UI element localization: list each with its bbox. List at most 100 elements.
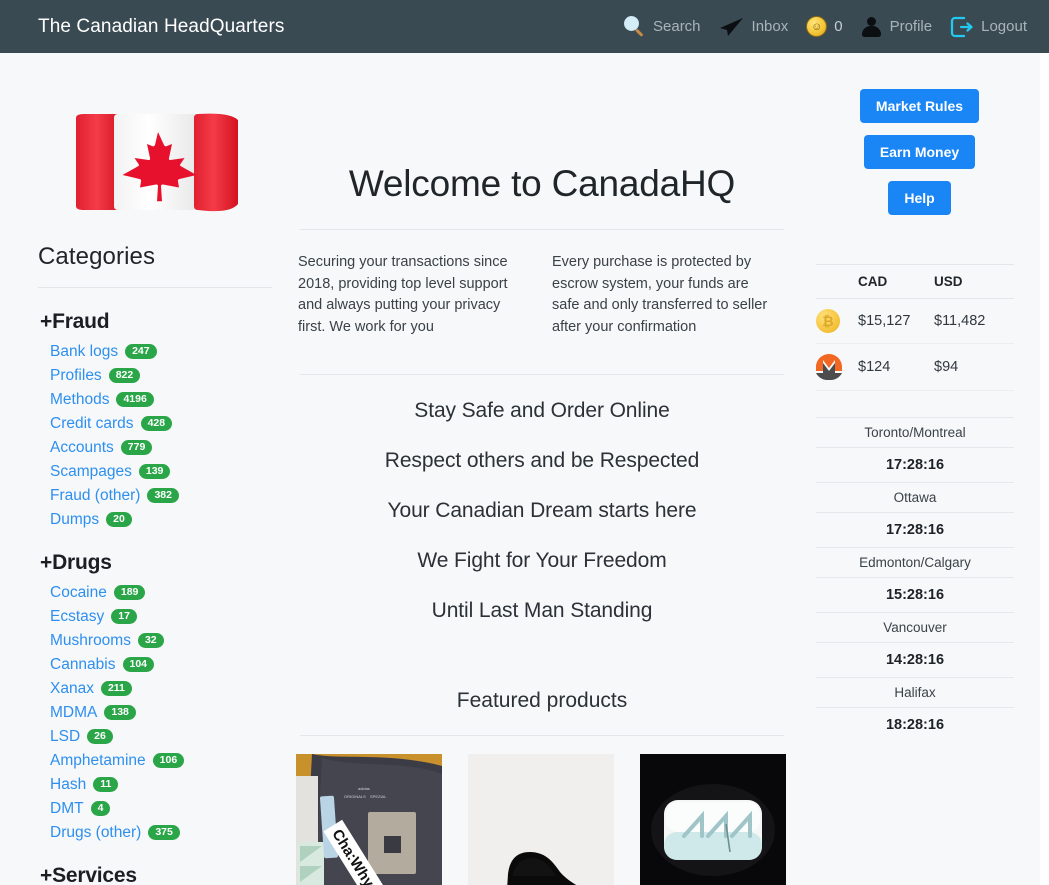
featured-products-heading: Featured products (456, 689, 628, 712)
table-row: Vancouver (816, 612, 1014, 643)
market-rules-button[interactable]: Market Rules (859, 89, 980, 123)
list-item: DMT 4 (50, 799, 292, 818)
category-link-mushrooms[interactable]: Mushrooms (50, 632, 131, 650)
list-item: Amphetamine 106 (50, 751, 292, 770)
page-title: Welcome to CanadaHQ (348, 163, 736, 204)
category-link-drugs-other[interactable]: Drugs (other) (50, 824, 141, 842)
category-link-hash[interactable]: Hash (50, 776, 86, 794)
category-link-dumps[interactable]: Dumps (50, 511, 99, 529)
table-row: 14:28:16 (816, 643, 1014, 678)
clock-time-edmonton-calgary: 15:28:16 (885, 587, 945, 603)
category-count-badge: 32 (137, 633, 164, 648)
category-link-amphetamine[interactable]: Amphetamine (50, 752, 146, 770)
categories-heading: Categories (38, 243, 156, 270)
monero-cell (816, 343, 858, 391)
content-columns: Categories +Fraud Bank logs 247 Profiles… (0, 53, 1049, 885)
nav-coins[interactable]: ☺ 0 (806, 16, 843, 37)
list-item: Bank logs 247 (50, 342, 292, 361)
list-item: Cannabis 104 (50, 655, 292, 674)
rates-col-usd: USD (934, 264, 1014, 299)
clock-time-halifax: 18:28:16 (885, 717, 945, 733)
category-link-lsd[interactable]: LSD (50, 728, 80, 746)
category-link-dmt[interactable]: DMT (50, 800, 84, 818)
category-link-scampages[interactable]: Scampages (50, 463, 132, 481)
logout-icon (950, 16, 973, 37)
table-row: 15:28:16 (816, 578, 1014, 613)
category-link-methods[interactable]: Methods (50, 391, 109, 409)
search-icon (624, 15, 646, 38)
category-group-drugs[interactable]: +Drugs (40, 551, 292, 575)
top-navigation-bar: The Canadian HeadQuarters Search Inbox ☺… (0, 0, 1049, 53)
category-link-xanax[interactable]: Xanax (50, 680, 94, 698)
featured-products-grid: adidas ORIGINALS SPEZIAL Cha:Whyg35 (292, 736, 792, 885)
coin-balance-count: 0 (834, 18, 843, 35)
product-card-3[interactable] (640, 754, 786, 885)
category-link-fraud-other[interactable]: Fraud (other) (50, 487, 140, 505)
nav-inbox[interactable]: Inbox (719, 17, 788, 37)
list-item: Dumps 20 (50, 510, 292, 529)
monero-usd-value: $94 (934, 343, 1014, 391)
category-link-accounts[interactable]: Accounts (50, 439, 114, 457)
table-row: 17:28:16 (816, 513, 1014, 548)
category-link-profiles[interactable]: Profiles (50, 367, 102, 385)
category-count-badge: 211 (100, 681, 132, 696)
monero-icon (816, 354, 842, 380)
list-item: Mushrooms 32 (50, 631, 292, 650)
svg-text:SPEZIAL: SPEZIAL (370, 794, 387, 799)
clock-city-halifax: Halifax (816, 677, 1014, 708)
paper-plane-icon (719, 17, 743, 36)
table-header-row: CAD USD (816, 264, 1014, 299)
table-row: Halifax (816, 677, 1014, 708)
canadian-flag-icon (76, 113, 238, 212)
black-sock-sneaker-photo (468, 754, 614, 885)
category-group-fraud[interactable]: +Fraud (40, 310, 292, 334)
intro-blurbs: Securing your transactions since 2018, p… (292, 230, 792, 338)
list-item: Accounts 779 (50, 438, 292, 457)
crypto-rates-table: CAD USD ₿ $15,127 $11,482 $124 $94 (816, 264, 1014, 391)
list-item: Drugs (other) 375 (50, 823, 292, 842)
nav-search[interactable]: Search (624, 15, 701, 38)
category-link-credit-cards[interactable]: Credit cards (50, 415, 134, 433)
nav-logout[interactable]: Logout (950, 16, 1027, 38)
category-count-badge: 139 (138, 464, 171, 479)
bitcoin-cell: ₿ (816, 298, 858, 344)
nav-logout-label: Logout (981, 18, 1027, 35)
right-action-buttons: Market Rules Earn Money Help (812, 89, 1027, 215)
category-link-ecstasy[interactable]: Ecstasy (50, 608, 104, 626)
clock-time-ottawa: 17:28:16 (885, 522, 945, 538)
table-row: Edmonton/Calgary (816, 547, 1014, 578)
category-count-badge: 104 (122, 657, 155, 672)
slogan-2: Respect others and be Respected (384, 449, 700, 472)
category-group-services[interactable]: +Services (40, 864, 292, 885)
slogan-1: Stay Safe and Order Online (414, 399, 670, 422)
category-link-cocaine[interactable]: Cocaine (50, 584, 107, 602)
nav-profile[interactable]: Profile (861, 16, 932, 37)
category-link-bank-logs[interactable]: Bank logs (50, 343, 118, 361)
bitcoin-usd-value: $11,482 (934, 298, 1014, 344)
product-card-2[interactable] (468, 754, 614, 885)
site-logo (38, 87, 278, 237)
list-item: LSD 26 (50, 727, 292, 746)
svg-text:ORIGINALS: ORIGINALS (344, 794, 366, 799)
page-right-edge (1040, 53, 1049, 885)
table-row: Toronto/Montreal (816, 417, 1014, 448)
category-count-badge: 138 (104, 705, 136, 720)
rates-body: ₿ $15,127 $11,482 $124 $94 (816, 298, 1014, 391)
table-row: ₿ $15,127 $11,482 (816, 298, 1014, 344)
category-link-cannabis[interactable]: Cannabis (50, 656, 116, 674)
product-card-1[interactable]: adidas ORIGINALS SPEZIAL Cha:Whyg35 (296, 754, 442, 885)
clock-city-toronto-montreal: Toronto/Montreal (816, 417, 1014, 448)
table-row: $124 $94 (816, 343, 1014, 391)
list-item: Methods 4196 (50, 390, 292, 409)
category-count-badge: 822 (108, 368, 141, 383)
category-link-mdma[interactable]: MDMA (50, 704, 97, 722)
clock-city-edmonton-calgary: Edmonton/Calgary (816, 547, 1014, 578)
earn-money-button[interactable]: Earn Money (863, 135, 976, 169)
category-count-badge: 20 (106, 512, 132, 527)
list-item: Scampages 139 (50, 462, 292, 481)
timezone-clocks-table: Toronto/Montreal 17:28:16 Ottawa 17:28:1… (816, 417, 1014, 742)
clock-time-vancouver: 14:28:16 (885, 652, 945, 668)
help-button[interactable]: Help (888, 181, 951, 215)
category-count-badge: 4 (90, 801, 111, 816)
left-sidebar: Categories +Fraud Bank logs 247 Profiles… (0, 53, 292, 885)
